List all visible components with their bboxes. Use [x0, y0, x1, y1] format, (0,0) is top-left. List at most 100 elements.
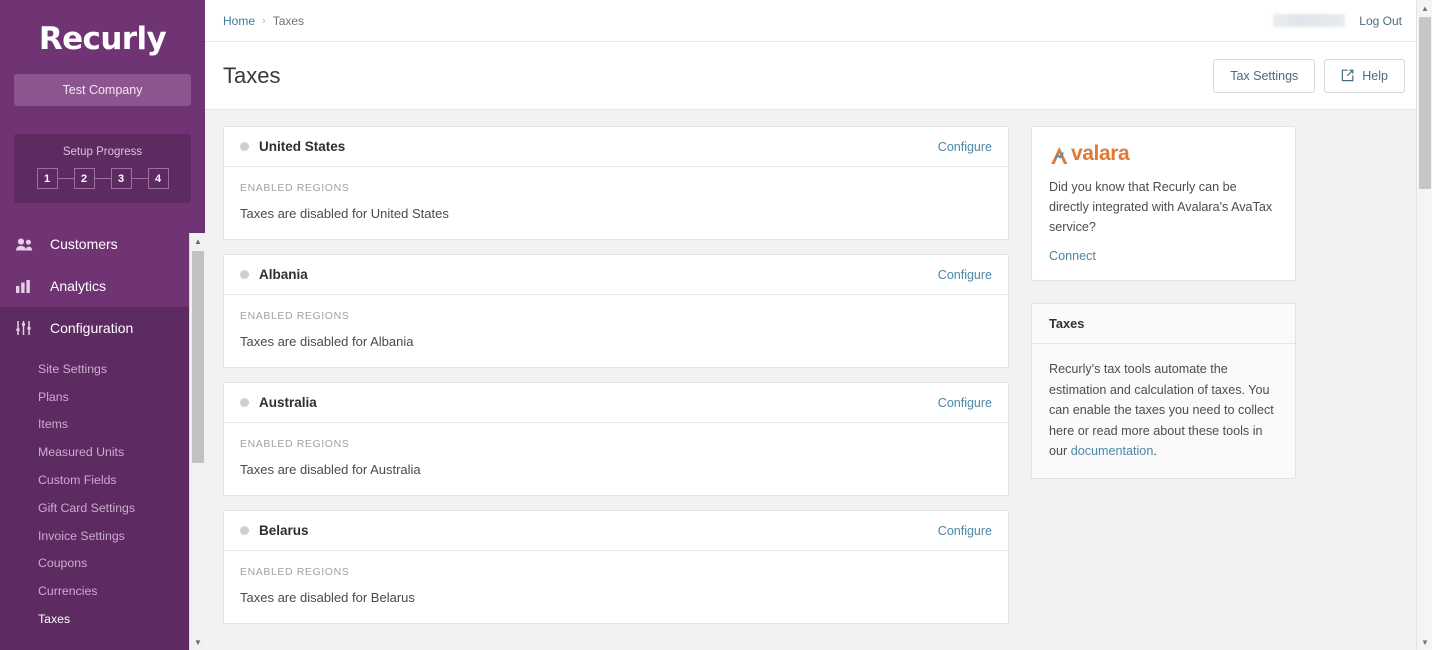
page-scrollbar-thumb[interactable] — [1419, 17, 1431, 189]
setup-progress-title: Setup Progress — [62, 146, 143, 158]
setup-step-1[interactable]: 1 — [36, 168, 58, 189]
tax-card-header: Australia Configure — [224, 383, 1008, 423]
sidebar-item-site-settings[interactable]: Site Settings — [0, 355, 205, 383]
tax-card-body: ENABLED REGIONS Taxes are disabled for A… — [224, 295, 1008, 367]
sidebar-item-plans[interactable]: Plans — [0, 383, 205, 411]
sidebar-item-coupons[interactable]: Coupons — [0, 550, 205, 578]
sidebar-item-measured-units[interactable]: Measured Units — [0, 438, 205, 466]
tax-status-message: Taxes are disabled for United States — [240, 206, 449, 221]
tax-card-header: United States Configure — [224, 127, 1008, 167]
tax-settings-button[interactable]: Tax Settings — [1213, 58, 1316, 93]
sidebar-subitem-label: Site Settings — [38, 361, 108, 376]
sidebar-item-invoice-settings[interactable]: Invoice Settings — [0, 522, 205, 550]
setup-progress-panel: Setup Progress 1 2 3 4 — [14, 134, 191, 203]
tax-status-message: Taxes are disabled for Belarus — [240, 590, 415, 605]
help-label: Help — [1362, 68, 1388, 83]
enabled-regions-label: ENABLED REGIONS — [240, 182, 350, 194]
avalara-panel: valara Did you know that Recurly can be … — [1031, 126, 1296, 282]
company-selector[interactable]: Test Company — [14, 74, 191, 106]
tax-status-message: Taxes are disabled for Australia — [240, 462, 421, 477]
documentation-link[interactable]: documentation — [1071, 444, 1154, 458]
topbar-right-group: Log Out — [1273, 14, 1422, 28]
sidebar-subnav-configuration: Site Settings Plans Items Measured Units… — [0, 349, 205, 650]
configure-link[interactable]: Configure — [938, 140, 992, 154]
taxes-info-text-end: . — [1153, 443, 1157, 458]
setup-progress-steps: 1 2 3 4 — [14, 168, 191, 189]
breadcrumb: Home › Taxes — [223, 14, 304, 28]
sidebar-item-analytics[interactable]: Analytics — [0, 265, 205, 307]
enabled-regions-label: ENABLED REGIONS — [240, 310, 350, 322]
tax-country-list: United States Configure ENABLED REGIONS … — [223, 126, 1009, 650]
sidebar-scrollbar-thumb[interactable] — [192, 251, 204, 463]
setup-step-connector — [57, 178, 74, 179]
main-content: Home › Taxes Log Out Taxes Tax Settings — [205, 0, 1432, 650]
avalara-logo-text: valara — [1071, 142, 1130, 165]
breadcrumb-separator: › — [262, 14, 266, 27]
taxes-info-body: Recurly's tax tools automate the estimat… — [1032, 344, 1295, 478]
tax-country-card: Belarus Configure ENABLED REGIONS Taxes … — [223, 510, 1009, 624]
scroll-down-icon[interactable]: ▼ — [1417, 634, 1432, 650]
status-dot-icon — [240, 142, 249, 151]
sidebar-item-customers[interactable]: Customers — [0, 223, 205, 265]
sidebar-subitem-label: Plans — [38, 389, 69, 404]
sidebar-subitem-label: Invoice Settings — [38, 528, 125, 543]
configure-link[interactable]: Configure — [938, 268, 992, 282]
breadcrumb-home[interactable]: Home — [223, 14, 255, 28]
sidebar-item-label: Analytics — [50, 278, 107, 294]
left-sidebar: Recurly Test Company Setup Progress 1 2 … — [0, 0, 205, 650]
tax-card-header: Albania Configure — [224, 255, 1008, 295]
enabled-regions-label: ENABLED REGIONS — [240, 566, 350, 578]
brand-header: Recurly — [0, 0, 205, 70]
sidebar-subitem-label: Gift Card Settings — [38, 500, 136, 515]
recurly-logo[interactable]: Recurly — [39, 21, 167, 57]
configure-link[interactable]: Configure — [938, 524, 992, 538]
sidebar-nav: Customers Analytics Configuration Site S… — [0, 223, 205, 650]
enabled-regions-label: ENABLED REGIONS — [240, 438, 350, 450]
country-name: Australia — [259, 395, 317, 410]
status-dot-icon — [240, 526, 249, 535]
scroll-down-icon[interactable]: ▼ — [190, 634, 205, 650]
country-name: Belarus — [259, 523, 309, 538]
sliders-icon — [16, 320, 38, 336]
tax-settings-label: Tax Settings — [1230, 68, 1299, 83]
configure-link[interactable]: Configure — [938, 396, 992, 410]
setup-step-connector — [131, 178, 148, 179]
avalara-connect-link[interactable]: Connect — [1049, 249, 1278, 263]
sidebar-subitem-label: Measured Units — [38, 445, 125, 460]
sidebar-item-label: Configuration — [50, 320, 134, 336]
page-scrollbar[interactable]: ▲ ▼ — [1416, 0, 1432, 650]
tax-country-card: United States Configure ENABLED REGIONS … — [223, 126, 1009, 240]
tax-country-card: Albania Configure ENABLED REGIONS Taxes … — [223, 254, 1009, 368]
sidebar-subitem-label: Custom Fields — [38, 473, 117, 488]
sidebar-subitem-label: Taxes — [38, 612, 71, 627]
country-name: United States — [259, 139, 346, 154]
sidebar-item-gift-card-settings[interactable]: Gift Card Settings — [0, 494, 205, 522]
right-sidebar-panels: valara Did you know that Recurly can be … — [1031, 126, 1296, 650]
sidebar-item-configuration[interactable]: Configuration — [0, 307, 205, 349]
sidebar-item-currencies[interactable]: Currencies — [0, 577, 205, 605]
page-title: Taxes — [223, 62, 281, 88]
scroll-up-icon[interactable]: ▲ — [1417, 0, 1432, 16]
sidebar-item-items[interactable]: Items — [0, 411, 205, 439]
logout-link[interactable]: Log Out — [1359, 14, 1402, 28]
top-bar: Home › Taxes Log Out — [205, 0, 1432, 42]
country-name: Albania — [259, 267, 308, 282]
sidebar-scrollbar[interactable]: ▲ ▼ — [189, 233, 205, 650]
people-icon — [16, 236, 38, 252]
avalara-description: Did you know that Recurly can be directl… — [1049, 180, 1273, 235]
setup-step-4[interactable]: 4 — [147, 168, 169, 189]
breadcrumb-current: Taxes — [272, 13, 305, 28]
sidebar-item-custom-fields[interactable]: Custom Fields — [0, 466, 205, 494]
sidebar-item-label: Customers — [50, 236, 118, 252]
sidebar-item-taxes[interactable]: Taxes — [0, 605, 205, 633]
help-button[interactable]: Help — [1324, 58, 1405, 93]
scroll-up-icon[interactable]: ▲ — [190, 233, 205, 249]
setup-step-2[interactable]: 2 — [73, 168, 95, 189]
page-body: United States Configure ENABLED REGIONS … — [205, 110, 1432, 650]
page-header-actions: Tax Settings Help — [1213, 58, 1405, 93]
username-redacted — [1273, 14, 1346, 27]
setup-step-3[interactable]: 3 — [110, 168, 132, 189]
external-link-icon — [1341, 69, 1354, 82]
setup-step-connector — [94, 178, 111, 179]
bar-chart-icon — [16, 278, 38, 294]
